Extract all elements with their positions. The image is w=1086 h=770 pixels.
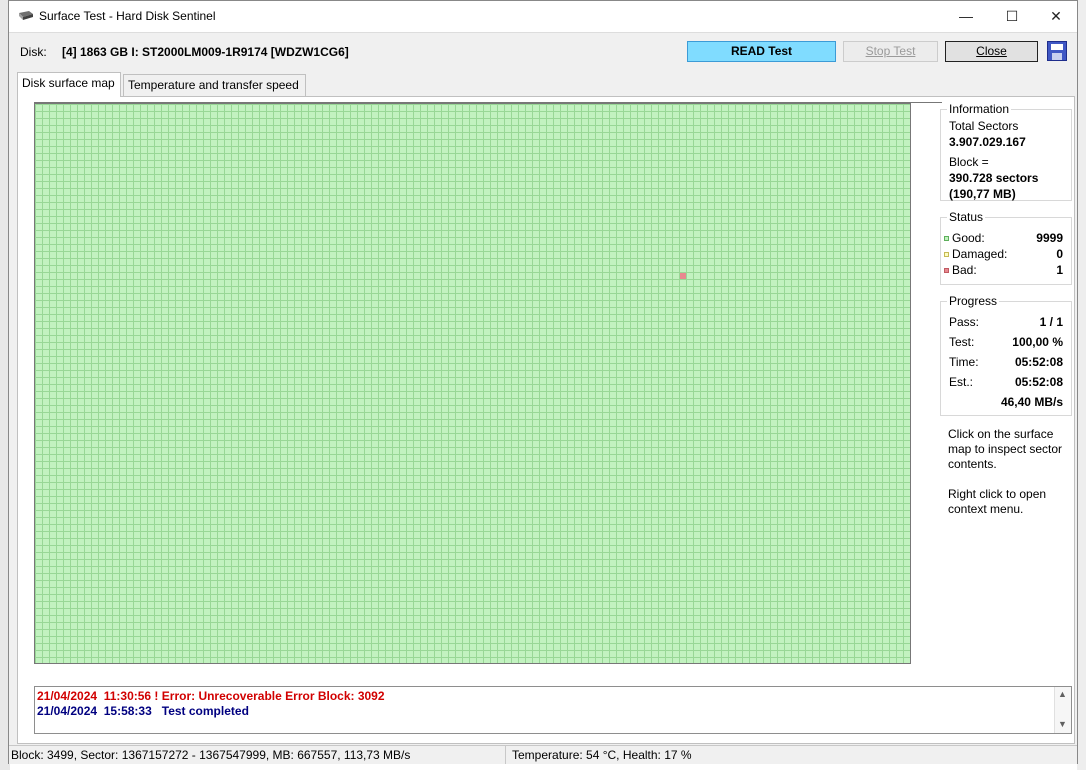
time-value: 05:52:08 <box>1014 355 1063 369</box>
bad-label: Bad: <box>952 263 977 277</box>
log-box[interactable]: 21/04/2024 11:30:56 ! Error: Unrecoverab… <box>34 686 1072 734</box>
close-button[interactable]: Close <box>945 41 1038 62</box>
read-test-button[interactable]: READ Test <box>687 41 836 62</box>
damaged-label: Damaged: <box>952 247 1008 261</box>
save-icon[interactable] <box>1047 41 1067 61</box>
scroll-down-icon[interactable]: ▼ <box>1058 719 1067 729</box>
window-close-button[interactable]: ✕ <box>1033 1 1079 32</box>
bad-block-cell[interactable] <box>680 273 686 279</box>
speed-value: 46,40 MB/s <box>1000 395 1063 409</box>
click-help-text: Click on the surface map to inspect sect… <box>948 427 1063 471</box>
status-title: Status <box>947 210 986 224</box>
stop-test-button: Stop Test <box>843 41 938 62</box>
progress-title: Progress <box>947 294 1000 308</box>
maximize-button[interactable]: ☐ <box>989 1 1035 32</box>
progress-group: Progress Pass: 1 / 1 Test: 100,00 % Time… <box>940 294 1072 416</box>
test-label: Test: <box>949 335 975 349</box>
status-temperature-health: Temperature: 54 °C, Health: 17 % <box>512 748 692 762</box>
damaged-legend-icon <box>944 251 949 257</box>
log-line-completed: 21/04/2024 15:58:33 Test completed <box>37 704 249 718</box>
disk-name: [4] 1863 GB I: ST2000LM009-1R9174 [WDZW1… <box>62 45 349 59</box>
tab-temperature-transfer-speed[interactable]: Temperature and transfer speed <box>123 74 306 96</box>
bad-legend-icon <box>944 267 949 273</box>
good-legend-icon <box>944 235 949 241</box>
save-icon-label <box>1051 44 1063 50</box>
log-line-error: 21/04/2024 11:30:56 ! Error: Unrecoverab… <box>37 689 385 703</box>
toolbar: Disk: [4] 1863 GB I: ST2000LM009-1R9174 … <box>9 32 1077 68</box>
window-title: Surface Test - Hard Disk Sentinel <box>39 9 216 23</box>
time-label: Time: <box>949 355 979 369</box>
status-bar: Block: 3499, Sector: 1367157272 - 136754… <box>9 745 1077 764</box>
test-value: 100,00 % <box>1012 335 1063 349</box>
save-icon-slot <box>1052 53 1062 60</box>
scroll-up-icon[interactable]: ▲ <box>1058 689 1067 699</box>
disk-label: Disk: <box>20 45 47 59</box>
status-group: Status Good: 9999 Damaged: 0 Bad: 1 <box>940 210 1072 285</box>
surface-map-frame <box>34 103 911 664</box>
surface-test-window: Surface Test - Hard Disk Sentinel — ☐ ✕ … <box>8 0 1078 764</box>
log-scrollbar[interactable]: ▲ ▼ <box>1054 687 1071 733</box>
est-value: 05:52:08 <box>1014 375 1063 389</box>
pass-label: Pass: <box>949 315 980 329</box>
block-label: Block = <box>949 155 989 169</box>
total-sectors-value: 3.907.029.167 <box>949 135 1026 149</box>
good-label: Good: <box>952 231 985 245</box>
tab-panel: Information Total Sectors 3.907.029.167 … <box>17 96 1075 744</box>
information-title: Information <box>947 102 1012 116</box>
bad-value: 1 <box>1056 263 1063 277</box>
tab-disk-surface-map[interactable]: Disk surface map <box>17 72 121 97</box>
status-block-info: Block: 3499, Sector: 1367157272 - 136754… <box>9 746 506 764</box>
block-size: (190,77 MB) <box>949 187 1016 201</box>
pass-value: 1 / 1 <box>1039 315 1063 329</box>
right-click-help-text: Right click to open context menu. <box>948 487 1047 516</box>
information-group: Information Total Sectors 3.907.029.167 … <box>940 102 1072 201</box>
title-bar[interactable]: Surface Test - Hard Disk Sentinel — ☐ ✕ <box>9 1 1077 32</box>
minimize-button[interactable]: — <box>943 1 989 32</box>
background-right <box>1077 0 1086 770</box>
disk-app-icon <box>19 11 33 20</box>
good-value: 9999 <box>1036 231 1063 245</box>
block-sectors: 390.728 sectors <box>949 171 1039 185</box>
est-label: Est.: <box>949 375 974 389</box>
total-sectors-label: Total Sectors <box>949 119 1019 133</box>
damaged-value: 0 <box>1056 247 1063 261</box>
surface-map[interactable] <box>35 104 910 663</box>
